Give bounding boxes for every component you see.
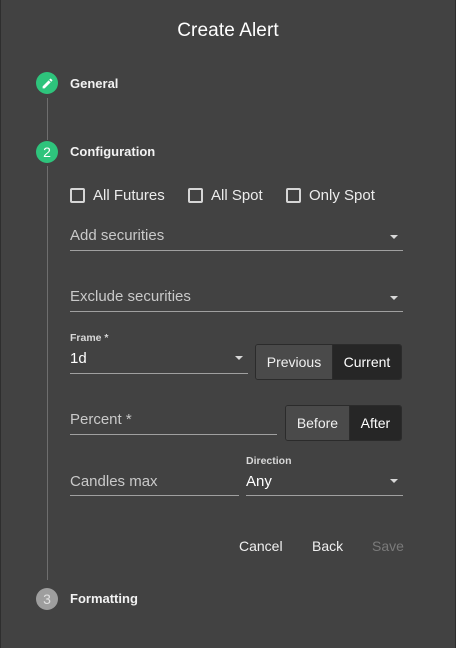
step-connector-2 [47,166,48,580]
step-formatting-icon[interactable]: 3 [36,588,58,610]
direction-label: Direction [246,455,292,467]
step-general-label[interactable]: General [70,76,118,91]
current-toggle-button[interactable]: Current [331,345,401,379]
chevron-down-icon[interactable] [390,235,398,239]
chevron-down-icon[interactable] [390,296,398,300]
chevron-down-icon[interactable] [235,356,243,360]
chevron-down-icon[interactable] [390,479,398,483]
step-formatting-label[interactable]: Formatting [70,591,138,606]
back-button[interactable]: Back [312,538,343,554]
direction-value: Any [246,473,272,490]
direction-select[interactable]: Direction Any [246,453,403,496]
checkbox-label: All Spot [211,187,263,204]
dialog-title: Create Alert [177,20,279,41]
all-spot-checkbox[interactable]: All Spot [188,187,263,204]
before-toggle-button[interactable]: Before [286,406,349,440]
before-after-toggle: Before After [285,405,402,441]
frame-label: Frame * [70,332,109,344]
create-alert-dialog: Create Alert General 2 Configuration All… [0,0,456,648]
frame-period-toggle: Previous Current [255,344,402,380]
pencil-icon [42,78,52,88]
candles-max-placeholder: Candles max [70,473,158,490]
add-securities-placeholder: Add securities [70,227,165,244]
save-button[interactable]: Save [372,538,404,554]
frame-select[interactable]: Frame * 1d [70,330,248,374]
checkbox-box[interactable] [188,188,203,203]
step-number: 3 [43,591,51,607]
frame-value: 1d [70,350,87,367]
checkbox-box[interactable] [286,188,301,203]
previous-toggle-button[interactable]: Previous [256,345,332,379]
all-futures-checkbox[interactable]: All Futures [70,187,165,204]
cancel-button[interactable]: Cancel [239,538,283,554]
step-configuration-icon[interactable]: 2 [36,141,58,163]
only-spot-checkbox[interactable]: Only Spot [286,187,375,204]
checkbox-box[interactable] [70,188,85,203]
percent-placeholder: Percent * [70,411,132,428]
step-connector-1 [47,98,48,140]
exclude-securities-select[interactable]: Exclude securities [70,285,403,312]
checkbox-label: Only Spot [309,187,375,204]
candles-max-input[interactable]: Candles max [70,470,239,496]
step-general-icon[interactable] [36,72,58,94]
checkbox-label: All Futures [93,187,165,204]
exclude-securities-placeholder: Exclude securities [70,288,191,305]
percent-input[interactable]: Percent * [70,408,277,435]
after-toggle-button[interactable]: After [348,406,401,440]
add-securities-select[interactable]: Add securities [70,224,403,251]
step-configuration-label[interactable]: Configuration [70,144,155,159]
step-number: 2 [43,144,51,160]
